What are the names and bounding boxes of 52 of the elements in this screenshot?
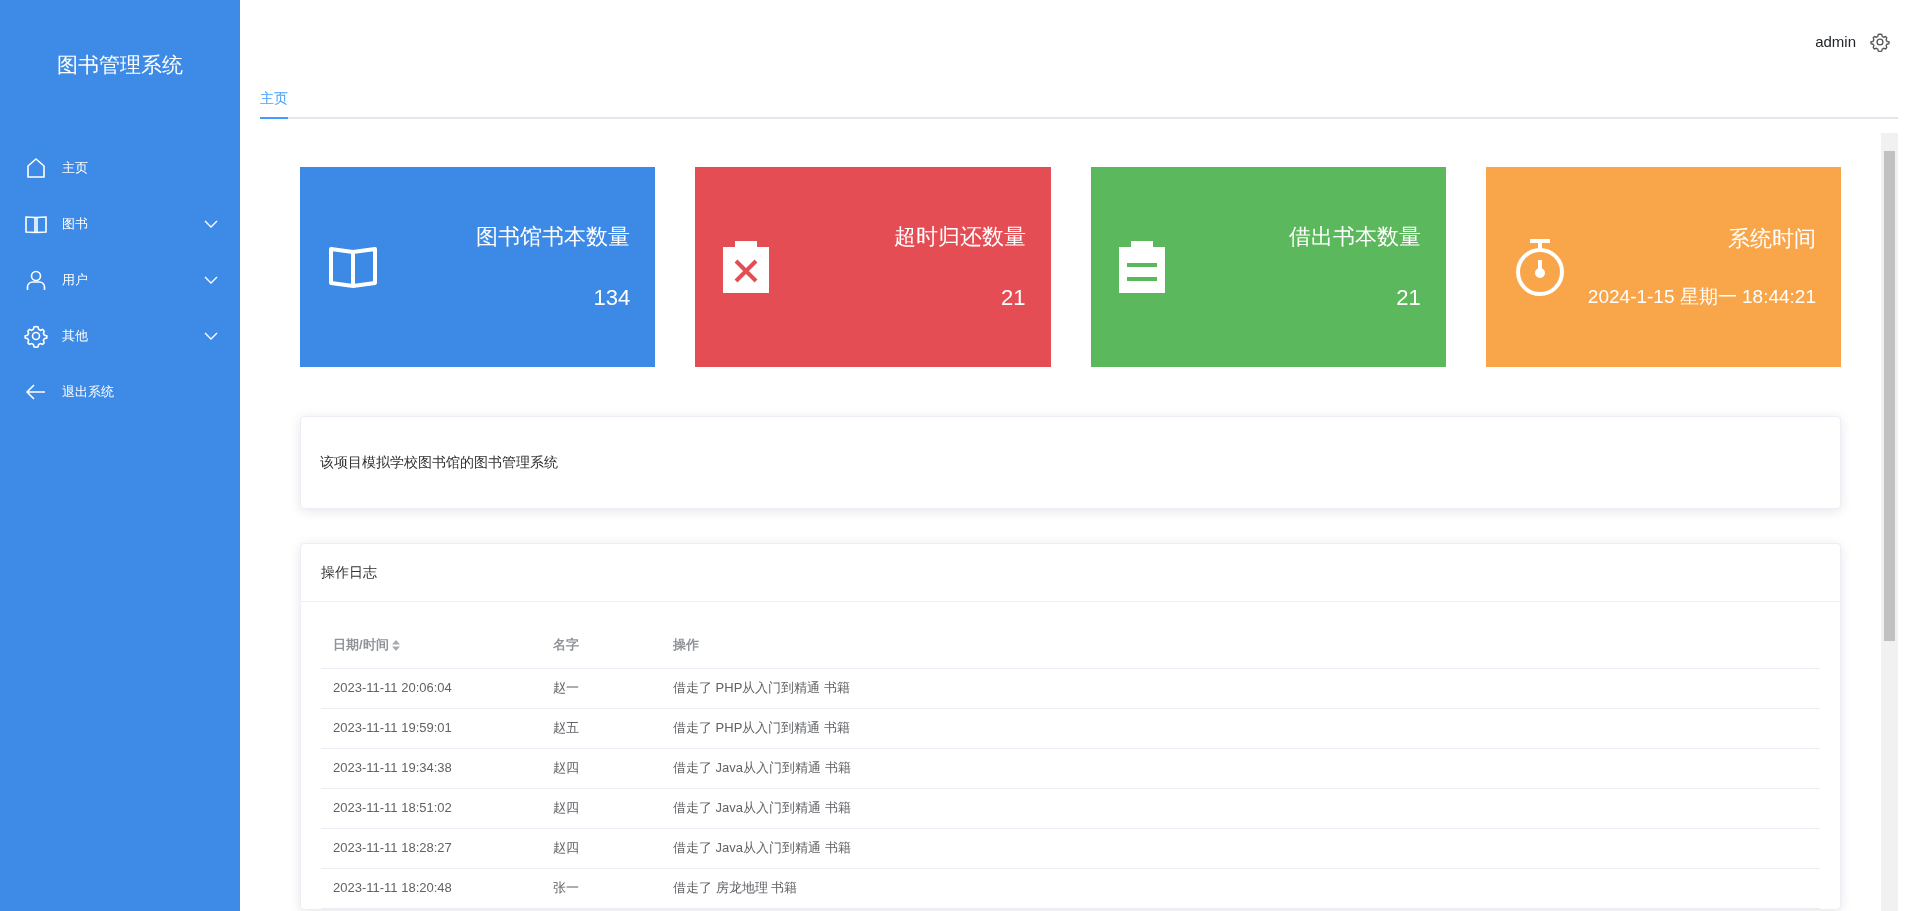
- settings-icon[interactable]: [1870, 32, 1890, 52]
- intro-text: 该项目模拟学校图书馆的图书管理系统: [320, 453, 558, 472]
- tab[interactable]: 主页: [260, 84, 288, 119]
- table-cell: 借走了 Java从入门到精通 书籍: [661, 788, 1820, 828]
- app-title: 图书管理系统: [56, 52, 184, 78]
- table-cell: 借走了 PHP从入门到精通 书籍: [661, 708, 1820, 748]
- home-icon: [24, 156, 48, 180]
- stat-value: 21: [1001, 284, 1026, 312]
- chevron-down-icon: [204, 276, 218, 284]
- stat-title: 图书馆书本数量: [476, 223, 631, 251]
- gear-icon: [24, 324, 48, 348]
- table-cell: 赵一: [541, 668, 661, 708]
- chevron-down-icon: [204, 220, 218, 228]
- sidebar-item[interactable]: 主页: [0, 140, 240, 196]
- stat-title: 借出书本数量: [1288, 223, 1421, 251]
- stat-title: 超时归还数量: [893, 223, 1026, 251]
- stat-value: 134: [593, 284, 631, 312]
- column-header: 名字: [541, 622, 661, 668]
- table-cell: 借走了 Java从入门到精通 书籍: [661, 748, 1820, 788]
- sidebar-item[interactable]: 其他: [0, 308, 240, 364]
- clipboard-x-icon: [723, 241, 770, 293]
- sort-icon[interactable]: [392, 640, 401, 652]
- username: admin: [1815, 31, 1856, 52]
- book-icon: [328, 245, 378, 289]
- table-cell: 赵四: [541, 748, 661, 788]
- stat-value: 21: [1396, 284, 1421, 312]
- table-cell: 借走了 房龙地理 书籍: [661, 868, 1820, 908]
- table-cell: 赵四: [541, 828, 661, 868]
- log-title: 操作日志: [301, 544, 1840, 602]
- stopwatch-icon: [1513, 238, 1566, 296]
- table-cell: 借走了 PHP从入门到精通 书籍: [661, 668, 1820, 708]
- table-cell: 2023-11-11 19:34:38: [321, 748, 541, 788]
- table-cell: 赵五: [541, 708, 661, 748]
- user-icon: [24, 268, 48, 292]
- table-cell: 2023-11-11 18:51:02: [321, 788, 541, 828]
- sidebar-item[interactable]: 图书: [0, 196, 240, 252]
- table-cell: 赵四: [541, 788, 661, 828]
- table-cell: 2023-11-11 18:28:27: [321, 828, 541, 868]
- chevron-down-icon: [204, 332, 218, 340]
- table-cell: 借走了 Java从入门到精通 书籍: [661, 828, 1820, 868]
- clipboard-list-icon: [1118, 241, 1165, 293]
- sidebar-item[interactable]: 退出系统: [0, 364, 240, 420]
- table-cell: 2023-11-11 20:06:04: [321, 668, 541, 708]
- table-cell: 2023-11-11 19:59:01: [321, 708, 541, 748]
- scrollbar[interactable]: [1881, 133, 1898, 911]
- table-cell: 2023-11-11 18:20:48: [321, 868, 541, 908]
- table-cell: 张一: [541, 868, 661, 908]
- column-header: 操作: [661, 622, 1820, 668]
- stat-title: 系统时间: [1728, 225, 1816, 254]
- sidebar-item[interactable]: 用户: [0, 252, 240, 308]
- column-header[interactable]: 日期/时间: [321, 622, 541, 668]
- stat-value: 2024-1-15 星期一 18:44:21: [1587, 285, 1816, 310]
